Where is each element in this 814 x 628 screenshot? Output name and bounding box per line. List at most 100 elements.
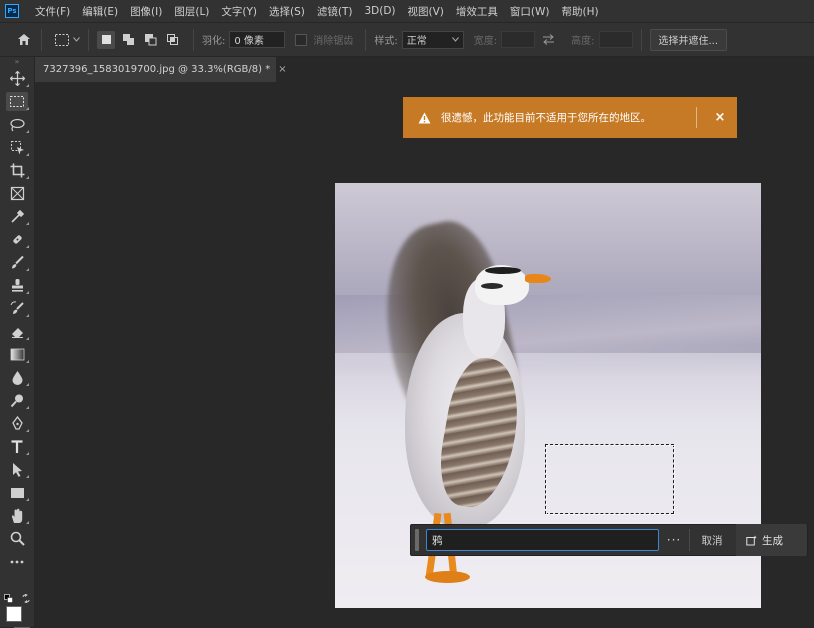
tool-more[interactable] <box>0 550 34 573</box>
tools-panel: » <box>0 57 35 628</box>
home-icon[interactable] <box>15 31 33 49</box>
document-tab[interactable]: 7327396_1583019700.jpg @ 33.3%(RGB/8) * … <box>35 57 287 82</box>
tool-clone-stamp[interactable] <box>0 274 34 297</box>
history-brush-icon <box>10 301 24 314</box>
more-options-button[interactable]: ··· <box>659 529 689 551</box>
clone-stamp-icon <box>11 279 23 292</box>
style-label: 样式: <box>374 36 398 47</box>
menu-3d[interactable]: 3D(D) <box>358 5 401 17</box>
intersect-selection-icon <box>166 34 178 45</box>
swap-colors-icon[interactable] <box>22 594 31 603</box>
tool-lasso[interactable] <box>0 113 34 136</box>
object-select-icon <box>10 141 24 155</box>
tool-move[interactable] <box>0 67 34 90</box>
tool-eraser[interactable] <box>0 320 34 343</box>
rect-marquee-icon <box>55 33 69 46</box>
tool-object-select[interactable] <box>0 136 34 159</box>
chevron-down-icon <box>451 37 459 42</box>
swap-icon[interactable] <box>541 34 555 45</box>
menu-edit[interactable]: 编辑(E) <box>76 4 124 19</box>
intersect-selection-button[interactable] <box>163 31 181 49</box>
divider <box>696 107 697 128</box>
frame-icon <box>10 186 24 201</box>
drag-handle[interactable] <box>415 529 419 551</box>
tool-zoom[interactable] <box>0 527 34 550</box>
add-selection-button[interactable] <box>119 31 137 49</box>
new-selection-button[interactable] <box>97 30 115 49</box>
more-tools-icon <box>10 560 24 563</box>
height-input[interactable] <box>598 31 633 48</box>
move-icon <box>9 71 25 86</box>
goose-neck-stripe <box>481 283 503 289</box>
feather-input[interactable]: 0 像素 <box>229 31 286 48</box>
tool-eyedropper[interactable] <box>0 205 34 228</box>
hand-icon <box>11 508 22 523</box>
width-input[interactable] <box>501 31 536 48</box>
tool-brush[interactable] <box>0 251 34 274</box>
menu-type[interactable]: 文字(Y) <box>215 4 263 19</box>
menu-help[interactable]: 帮助(H) <box>556 4 605 19</box>
menu-plugins[interactable]: 增效工具 <box>450 4 504 19</box>
tool-hand[interactable] <box>0 504 34 527</box>
tool-gradient[interactable] <box>0 343 34 366</box>
menu-select[interactable]: 选择(S) <box>263 4 311 19</box>
tool-rectangle-shape[interactable] <box>0 481 34 504</box>
divider <box>640 28 642 51</box>
menu-file[interactable]: 文件(F) <box>29 4 76 19</box>
tool-healing-brush[interactable] <box>0 228 34 251</box>
foreground-color-swatch[interactable] <box>6 606 22 622</box>
tool-blur[interactable] <box>0 366 34 389</box>
warning-icon <box>418 112 431 123</box>
antialias-label: 消除锯齿 <box>313 36 354 47</box>
menu-view[interactable]: 视图(V) <box>402 4 450 19</box>
tool-frame[interactable] <box>0 182 34 205</box>
tool-dodge[interactable] <box>0 389 34 412</box>
close-icon[interactable]: × <box>709 97 731 138</box>
menu-image[interactable]: 图像(I) <box>124 4 168 19</box>
healing-brush-icon <box>12 235 22 244</box>
tool-crop[interactable] <box>0 159 34 182</box>
brush-icon <box>11 255 24 269</box>
eraser-icon <box>11 328 23 338</box>
menu-layer[interactable]: 图层(L) <box>168 4 215 19</box>
tool-history-brush[interactable] <box>0 297 34 320</box>
eyedropper-icon <box>10 209 24 223</box>
menu-window[interactable]: 窗口(W) <box>504 4 556 19</box>
color-swatches[interactable] <box>4 594 32 628</box>
menu-bar: Ps 文件(F) 编辑(E) 图像(I) 图层(L) 文字(Y) 选择(S) 滤… <box>0 0 814 22</box>
gradient-icon <box>10 348 24 361</box>
generate-label: 生成 <box>762 534 783 547</box>
antialias-checkbox[interactable] <box>295 33 308 46</box>
menu-filter[interactable]: 滤镜(T) <box>311 4 359 19</box>
default-colors-icon[interactable] <box>4 594 13 603</box>
divider <box>88 28 89 51</box>
divider <box>365 28 367 51</box>
path-select-icon <box>12 463 22 477</box>
goose-beak <box>525 274 551 283</box>
blur-icon <box>12 371 22 385</box>
feather-label: 羽化: <box>202 36 226 47</box>
photoshop-logo: Ps <box>5 4 19 18</box>
panel-grip[interactable]: » <box>0 57 34 67</box>
generate-button[interactable]: 生成 <box>736 524 807 556</box>
goose-foot <box>425 571 470 583</box>
tool-type[interactable] <box>0 435 34 458</box>
close-tab-icon[interactable]: × <box>278 64 286 75</box>
tool-rect-marquee[interactable] <box>0 90 34 113</box>
subtract-selection-button[interactable] <box>141 31 159 49</box>
generate-icon <box>746 535 757 545</box>
tool-pen[interactable] <box>0 412 34 435</box>
divider <box>193 28 194 51</box>
prompt-input[interactable]: 鸦 <box>426 529 659 551</box>
height-label: 高度: <box>571 36 595 47</box>
select-and-mask-button[interactable]: 选择并遮住... <box>649 28 728 51</box>
options-bar: 羽化: 0 像素 消除锯齿 样式: 正常 宽度: 高度: 选择并遮住... <box>0 22 814 57</box>
tool-preset-picker[interactable] <box>54 33 80 47</box>
style-select[interactable]: 正常 <box>401 30 464 49</box>
add-selection-icon <box>122 34 134 45</box>
tool-path-select[interactable] <box>0 458 34 481</box>
new-selection-icon <box>101 35 111 44</box>
cancel-button[interactable]: 取消 <box>690 529 734 551</box>
marquee-selection[interactable] <box>545 444 674 514</box>
pen-icon <box>11 416 23 430</box>
